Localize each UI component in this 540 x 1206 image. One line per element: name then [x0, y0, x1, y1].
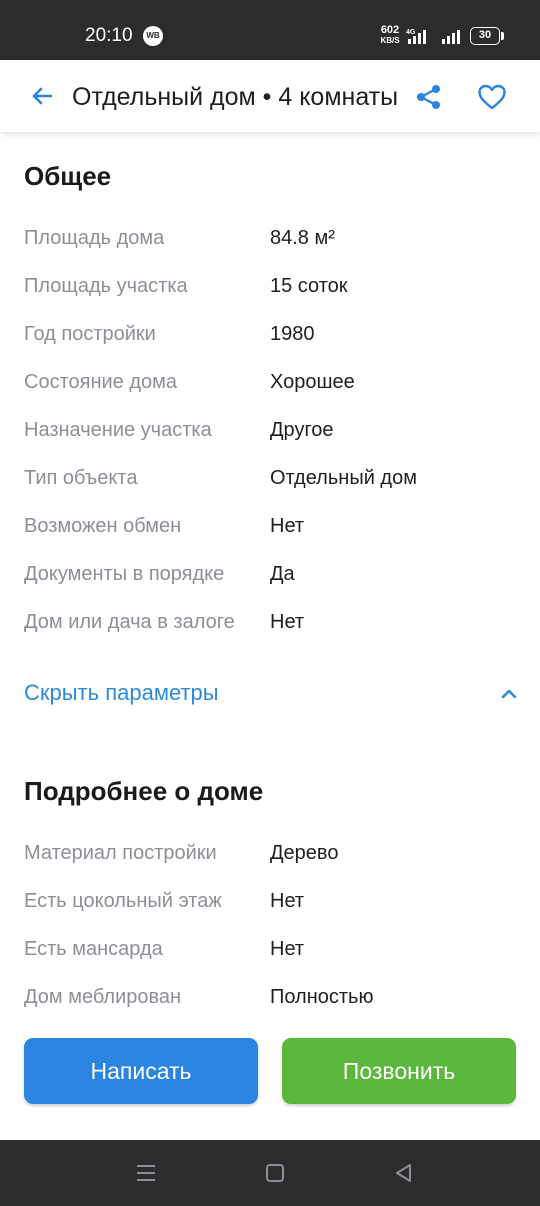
heart-outline-icon — [478, 84, 506, 110]
param-label: Назначение участка — [24, 419, 212, 441]
param-value: Дерево — [270, 842, 339, 864]
share-icon — [417, 85, 440, 109]
param-row: Дом или дача в залоге Нет — [24, 607, 524, 637]
status-bar: 20:10 WB 602 KB/S 4G 30 — [0, 0, 540, 60]
back-button[interactable] — [22, 76, 62, 116]
home-button[interactable] — [260, 1158, 290, 1188]
network-speed: 602 KB/S — [376, 25, 404, 46]
triangle-back-icon — [396, 1164, 411, 1182]
hide-params-label: Скрыть параметры — [24, 680, 219, 705]
param-label: Есть мансарда — [24, 938, 163, 960]
network-speed-unit: KB/S — [380, 36, 400, 45]
system-back-button[interactable] — [389, 1158, 419, 1188]
recent-apps-button[interactable] — [131, 1158, 161, 1188]
arrow-left-icon — [32, 87, 53, 105]
param-value: 1980 — [270, 323, 315, 345]
param-value: 84.8 м² — [270, 227, 335, 249]
chevron-up-icon — [501, 689, 517, 699]
param-row: Есть цокольный этаж Нет — [24, 886, 524, 916]
param-label: Документы в порядке — [24, 563, 225, 585]
param-row: Тип объекта Отдельный дом — [24, 463, 524, 493]
network-type-label: 4G — [406, 29, 416, 36]
param-value: Отдельный дом — [270, 467, 417, 489]
param-value: 15 соток — [270, 275, 348, 297]
signal-4g-icon: 4G — [406, 29, 426, 44]
param-row: Состояние дома Хорошее — [24, 367, 524, 397]
battery-icon: 30 — [470, 27, 504, 45]
call-button[interactable]: Позвонить — [282, 1038, 516, 1104]
network-speed-value: 602 — [380, 24, 400, 36]
favorite-button[interactable] — [470, 76, 514, 118]
param-value: Нет — [270, 938, 305, 960]
param-row: Площадь дома 84.8 м² — [24, 223, 524, 253]
listing-parameters: Общее Площадь дома 84.8 м² Площадь участ… — [0, 132, 540, 1140]
param-value: Полностью — [270, 986, 374, 1008]
param-row: Есть мансарда Нет — [24, 934, 524, 964]
app-header: Отдельный дом • 4 комнаты — [0, 60, 540, 132]
param-label: Площадь дома — [24, 227, 165, 249]
param-label: Дом меблирован — [24, 986, 182, 1008]
param-row: Год постройки 1980 — [24, 319, 524, 349]
param-value: Нет — [270, 611, 305, 633]
param-row: Назначение участка Другое — [24, 415, 524, 445]
param-label: Тип объекта — [24, 467, 138, 489]
param-value: Другое — [270, 419, 334, 441]
param-label: Дом или дача в залоге — [24, 611, 235, 633]
param-label: Площадь участка — [24, 275, 188, 297]
section-title-house-details: Подробнее о доме — [24, 776, 264, 806]
share-button[interactable] — [408, 76, 450, 118]
app-notification-icon: WB — [143, 26, 163, 46]
param-label: Есть цокольный этаж — [24, 890, 222, 912]
param-label: Материал постройки — [24, 842, 217, 864]
system-nav-bar — [0, 1140, 540, 1206]
contact-actions: Написать Позвонить — [0, 1038, 540, 1104]
param-label: Возможен обмен — [24, 515, 182, 537]
section-title-general: Общее — [24, 161, 112, 191]
param-value: Нет — [270, 890, 305, 912]
param-label: Состояние дома — [24, 371, 178, 393]
hide-params-toggle[interactable]: Скрыть параметры — [24, 675, 524, 711]
param-row: Возможен обмен Нет — [24, 511, 524, 541]
param-row: Площадь участка 15 соток — [24, 271, 524, 301]
battery-level: 30 — [470, 27, 500, 45]
param-value: Хорошее — [270, 371, 355, 393]
param-row: Материал постройки Дерево — [24, 838, 524, 868]
param-row: Дом меблирован Полностью — [24, 982, 524, 1012]
param-value: Да — [270, 563, 295, 585]
param-label: Год постройки — [24, 323, 156, 345]
write-button[interactable]: Написать — [24, 1038, 258, 1104]
param-value: Нет — [270, 515, 305, 537]
page-title: Отдельный дом • 4 комнаты — [72, 83, 399, 111]
param-row: Документы в порядке Да — [24, 559, 524, 589]
status-time: 20:10 — [85, 25, 133, 46]
battery-tip — [501, 32, 504, 40]
signal-icon — [442, 30, 460, 44]
square-home-icon — [266, 1164, 284, 1182]
menu-icon — [137, 1165, 155, 1181]
